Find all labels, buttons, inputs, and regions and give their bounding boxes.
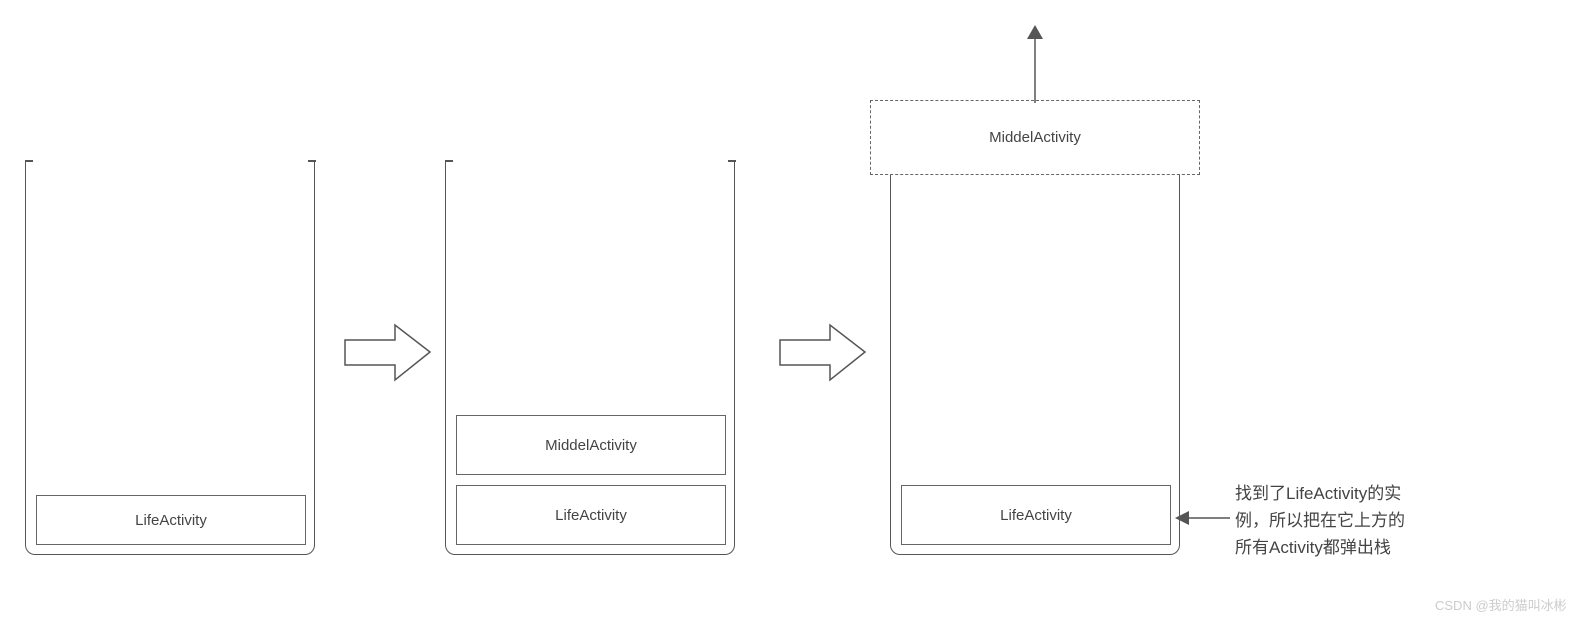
activity-label: LifeActivity — [1000, 507, 1072, 524]
activity-label: MiddelActivity — [989, 129, 1081, 146]
annotation-text: 找到了LifeActivity的实 例，所以把在它上方的 所有Activity都… — [1235, 480, 1405, 562]
annotation-line-1: 找到了LifeActivity的实 — [1235, 480, 1405, 507]
annotation-arrow — [1175, 508, 1230, 533]
popped-activity-box: MiddelActivity — [870, 100, 1200, 175]
stack-1: LifeActivity — [25, 160, 315, 555]
arrow-up — [1020, 25, 1050, 108]
annotation-line-3: 所有Activity都弹出栈 — [1235, 534, 1405, 561]
activity-box-life-1: LifeActivity — [36, 495, 306, 545]
watermark: CSDN @我的猫叫冰彬 — [1435, 595, 1567, 614]
arrow-right-2 — [775, 320, 870, 390]
stack-2: MiddelActivity LifeActivity — [445, 160, 735, 555]
activity-box-life-2: LifeActivity — [456, 485, 726, 545]
annotation-line-2: 例，所以把在它上方的 — [1235, 507, 1405, 534]
activity-label: LifeActivity — [555, 507, 627, 524]
activity-box-life-3: LifeActivity — [901, 485, 1171, 545]
activity-label: MiddelActivity — [545, 437, 637, 454]
stack-3: LifeActivity — [890, 160, 1180, 555]
arrow-right-1 — [340, 320, 435, 390]
activity-box-middle-2: MiddelActivity — [456, 415, 726, 475]
activity-label: LifeActivity — [135, 512, 207, 529]
